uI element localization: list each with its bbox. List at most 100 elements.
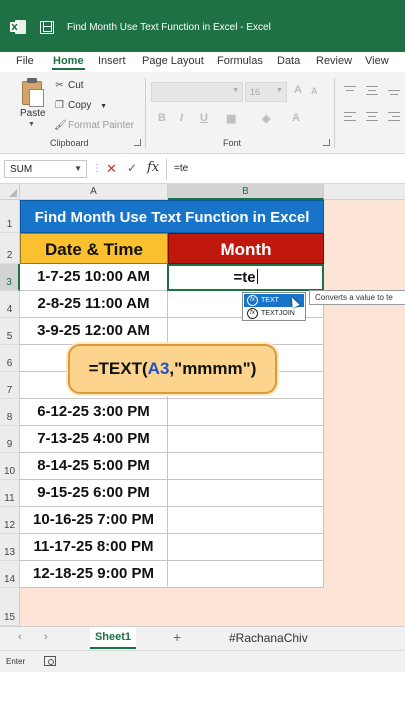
column-header-c[interactable]: [324, 184, 405, 200]
row-header-9[interactable]: 9: [0, 426, 20, 453]
row-header-12[interactable]: 12: [0, 507, 20, 534]
month-cell-b5[interactable]: [168, 318, 324, 345]
dialog-launcher-icon[interactable]: [134, 139, 141, 146]
autocomplete-item-textjoin[interactable]: fx TEXTJOIN: [244, 307, 304, 320]
active-cell-b3[interactable]: =te: [167, 264, 324, 291]
font-group-label: Font: [223, 138, 242, 148]
date-cell-a8[interactable]: 6-12-25 3:00 PM: [20, 399, 168, 426]
underline-icon[interactable]: U: [200, 112, 208, 124]
function-autocomplete-list[interactable]: fx TEXT fx TEXTJOIN: [242, 292, 306, 321]
month-cell-b12[interactable]: [168, 507, 324, 534]
dialog-launcher-icon[interactable]: [323, 139, 330, 146]
font-name-box[interactable]: ▼: [151, 82, 243, 102]
row-header-6[interactable]: 6: [0, 345, 20, 372]
function-icon: fx: [247, 295, 258, 306]
cancel-icon[interactable]: ✕: [106, 161, 117, 177]
sheet-tab-sheet1[interactable]: Sheet1: [90, 627, 136, 649]
status-mode: Enter: [6, 657, 26, 666]
save-icon[interactable]: [40, 21, 54, 34]
copy-button[interactable]: ❐ Copy ▼: [54, 100, 107, 111]
row-header-2[interactable]: 2: [0, 233, 20, 264]
tab-data[interactable]: Data: [277, 55, 300, 67]
clipboard-group-label: Clipboard: [50, 138, 89, 148]
tab-insert[interactable]: Insert: [98, 55, 126, 67]
date-cell-a9[interactable]: 7-13-25 4:00 PM: [20, 426, 168, 453]
month-cell-b13[interactable]: [168, 534, 324, 561]
borders-icon[interactable]: ▦: [226, 112, 236, 125]
row-header-1[interactable]: 1: [0, 200, 20, 233]
function-icon: fx: [247, 308, 258, 319]
tab-formulas[interactable]: Formulas: [217, 55, 263, 67]
tab-review[interactable]: Review: [316, 55, 352, 67]
date-cell-a12[interactable]: 10-16-25 7:00 PM: [20, 507, 168, 534]
tab-view[interactable]: View: [365, 55, 389, 67]
formula-input[interactable]: =te: [174, 163, 188, 174]
name-box[interactable]: SUM ▼: [4, 160, 87, 178]
row-header-4[interactable]: 4: [0, 291, 20, 318]
row-header-8[interactable]: 8: [0, 399, 20, 426]
chevron-down-icon: ▼: [276, 87, 283, 94]
header-cell-month[interactable]: Month: [168, 233, 324, 264]
more-options-icon[interactable]: ⋮: [92, 163, 102, 174]
fill-color-icon[interactable]: ◈: [262, 112, 270, 125]
insert-function-icon[interactable]: fx: [147, 160, 159, 175]
add-sheet-icon[interactable]: +: [173, 629, 181, 645]
bold-icon[interactable]: B: [158, 112, 166, 124]
sheet-tabs-bar: ‹ › Sheet1 + #RachanaChiv: [0, 626, 405, 650]
date-cell-a11[interactable]: 9-15-25 6:00 PM: [20, 480, 168, 507]
header-cell-date-time[interactable]: Date & Time: [20, 233, 168, 264]
status-bar: Enter: [0, 650, 405, 672]
tab-home[interactable]: Home: [52, 55, 85, 70]
accessibility-icon[interactable]: [44, 656, 56, 666]
column-header-a[interactable]: A: [20, 184, 168, 200]
ribbon-tabs: File Home Insert Page Layout Formulas Da…: [0, 52, 405, 72]
chevron-right-icon[interactable]: ›: [44, 631, 48, 643]
formula-callout: =TEXT(A3,"mmmm"): [68, 344, 277, 394]
date-cell-a13[interactable]: 11-17-25 8:00 PM: [20, 534, 168, 561]
paintbrush-icon: 🖌: [54, 120, 67, 131]
month-cell-b9[interactable]: [168, 426, 324, 453]
format-painter-button[interactable]: 🖌Format Painter: [54, 120, 134, 131]
date-cell-a5[interactable]: 3-9-25 12:00 AM: [20, 318, 168, 345]
row-header-14[interactable]: 14: [0, 561, 20, 588]
month-cell-b10[interactable]: [168, 453, 324, 480]
row-header-13[interactable]: 13: [0, 534, 20, 561]
font-color-icon[interactable]: A: [292, 112, 300, 124]
date-cell-a14[interactable]: 12-18-25 9:00 PM: [20, 561, 168, 588]
chevron-down-icon[interactable]: ▼: [74, 164, 82, 173]
worksheet-grid[interactable]: A B 1 2 3 4 5 6 7 8 9 10 11 12 13 14 15 Find Month Use…: [0, 184, 405, 626]
scissors-icon: ✂: [55, 80, 64, 91]
increase-font-icon[interactable]: A: [294, 84, 302, 96]
ribbon: Paste ▼ ✂ Cut ❐ Copy ▼ 🖌Format Painter Cli…: [0, 72, 405, 154]
month-cell-b8[interactable]: [168, 399, 324, 426]
cut-button[interactable]: ✂ Cut: [54, 80, 83, 91]
row-header-7[interactable]: 7: [0, 372, 20, 399]
italic-icon[interactable]: I: [180, 112, 183, 124]
date-cell-a4[interactable]: 2-8-25 11:00 AM: [20, 291, 168, 318]
sheet-title-cell[interactable]: Find Month Use Text Function in Excel: [20, 200, 324, 233]
chevron-left-icon[interactable]: ‹: [18, 631, 22, 643]
formula-bar: SUM ▼ ⋮ ✕ ✓ fx =te: [0, 154, 405, 184]
enter-check-icon[interactable]: ✓: [127, 161, 137, 175]
creator-handle: #RachanaChiv: [229, 631, 308, 645]
row-header-5[interactable]: 5: [0, 318, 20, 345]
row-header-10[interactable]: 10: [0, 453, 20, 480]
row-header-11[interactable]: 11: [0, 480, 20, 507]
select-all-button[interactable]: [0, 184, 20, 200]
title-bar: Find Month Use Text Function in Excel - …: [0, 0, 405, 52]
window-title: Find Month Use Text Function in Excel - …: [67, 22, 271, 33]
tab-page-layout[interactable]: Page Layout: [142, 55, 204, 67]
row-header-3[interactable]: 3: [0, 264, 20, 291]
tab-file[interactable]: File: [16, 55, 34, 67]
date-cell-a10[interactable]: 8-14-25 5:00 PM: [20, 453, 168, 480]
month-cell-b14[interactable]: [168, 561, 324, 588]
column-header-b[interactable]: B: [168, 184, 324, 200]
font-size-box[interactable]: 16 ▼: [245, 82, 287, 102]
chevron-down-icon: ▼: [100, 103, 108, 110]
row-header-15[interactable]: 15: [0, 588, 20, 626]
date-cell-a3[interactable]: 1-7-25 10:00 AM: [20, 264, 168, 291]
decrease-font-icon[interactable]: A: [311, 86, 318, 96]
chevron-down-icon[interactable]: ▼: [28, 121, 35, 128]
paste-label: Paste: [20, 108, 46, 119]
month-cell-b11[interactable]: [168, 480, 324, 507]
